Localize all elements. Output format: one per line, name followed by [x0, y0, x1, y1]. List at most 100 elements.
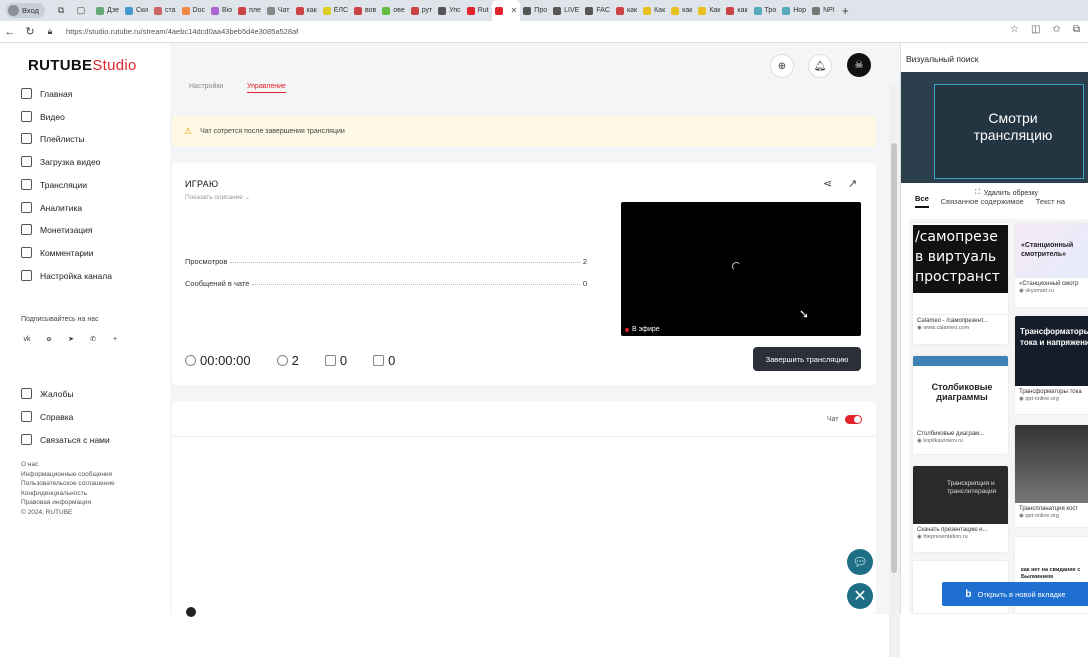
sidebar-item[interactable]: Видео [21, 111, 65, 122]
search-image-preview[interactable]: Смотри трансляцию ⛶ Удалить обрезку [901, 72, 1088, 200]
sidebar-item[interactable]: Загрузка видео [21, 156, 100, 167]
sidebar-item[interactable]: Справка [21, 411, 73, 422]
likes-metric: 0 [324, 353, 347, 368]
browser-tab[interactable]: Ски [122, 0, 151, 21]
url-field[interactable]: https://studio.rutube.ru/stream/4aebc14d… [66, 27, 298, 36]
browser-tab[interactable]: ЕЛС [320, 0, 351, 21]
notifications-button[interactable]: 🔔︎ [808, 54, 832, 78]
end-stream-button[interactable]: Завершить трансляцию [753, 347, 861, 371]
subscribe-label: Подписывайтесь на нас [21, 316, 99, 323]
tab-all[interactable]: Все [915, 194, 929, 208]
result-card[interactable]: Трансформаторы тока и напряжения Трансфо… [1014, 315, 1088, 415]
profile-button[interactable]: Вход [6, 3, 45, 18]
browser-tab[interactable]: Как [695, 0, 723, 21]
ok-icon[interactable]: ꝋ [43, 333, 55, 345]
bell-icon: 🔔︎ [813, 60, 827, 72]
browser-tab[interactable]: как [613, 0, 640, 21]
browser-tab[interactable]: как [293, 0, 320, 21]
browser-tab[interactable]: Bio [208, 0, 235, 21]
browser-tab[interactable]: ста [151, 0, 179, 21]
visual-search-tabs: Все Связанное содержимое Текст на [901, 191, 1088, 211]
browser-tab[interactable]: рут [408, 0, 436, 21]
browser-tab[interactable]: пле [235, 0, 264, 21]
result-card[interactable]: /самопрезе в виртуаль пространст Calameo… [912, 222, 1009, 345]
sidebar-item[interactable]: Плейлисты [21, 133, 85, 144]
page-scrollbar[interactable] [889, 86, 900, 657]
chat-toggle-label: Чат [827, 416, 839, 423]
tab-actions-icon[interactable]: ▢ [73, 3, 89, 19]
split-screen-icon[interactable]: ◫ [1031, 24, 1040, 35]
browser-tab[interactable]: Дзе [93, 0, 122, 21]
browser-tab[interactable]: как [668, 0, 695, 21]
browser-tab[interactable]: FAC [582, 0, 613, 21]
open-external-icon[interactable]: ↗ [848, 177, 857, 190]
vk-icon[interactable]: vk [21, 333, 33, 345]
sidebar-item[interactable]: Монетизация [21, 224, 93, 235]
result-card[interactable]: Транскрипция и транслитерация Скачать пр… [912, 465, 1009, 553]
sidebar-item[interactable]: Связаться с нами [21, 434, 110, 445]
result-card[interactable]: «Станционный смотритель» «Станционный см… [1014, 222, 1088, 308]
chat-divider [172, 436, 876, 437]
browser-tab[interactable]: вов [351, 0, 379, 21]
support-chat-button[interactable]: 💬︎ [847, 549, 873, 575]
upload-header-button[interactable]: ⊕ [770, 54, 794, 78]
close-fab-button[interactable]: ✕ [847, 583, 873, 609]
footer-link[interactable]: Пользовательское соглашение [21, 479, 115, 489]
tab-favicon-icon [295, 6, 304, 15]
browser-tab[interactable]: ове [379, 0, 407, 21]
result-card[interactable]: Столбиковые диаграммы Столбиковые диагра… [912, 355, 1009, 455]
refresh-icon[interactable]: ↻ [20, 25, 40, 38]
new-tab-icon[interactable]: + [842, 4, 849, 18]
tab-management[interactable]: Управление [247, 83, 286, 93]
scrollbar-thumb[interactable] [891, 143, 897, 573]
notice-text: Чат сотрется после завершения трансляции [200, 128, 345, 135]
back-icon[interactable]: ← [0, 26, 20, 38]
browser-tab[interactable]: Нор [779, 0, 809, 21]
sidebar-item[interactable]: Аналитика [21, 202, 82, 213]
active-browser-tab[interactable]: ✕ [491, 0, 521, 21]
sidebar-item[interactable]: Трансляции [21, 179, 87, 190]
browser-tab[interactable]: Про [520, 0, 550, 21]
browser-tab[interactable]: Тро [751, 0, 780, 21]
viber-icon[interactable]: ✆ [87, 333, 99, 345]
share-icon[interactable]: ⋖ [823, 177, 832, 190]
browser-tab[interactable]: Doc [179, 0, 208, 21]
footer-link[interactable]: Конфиденциальность [21, 489, 115, 499]
browser-tab[interactable]: Упс [435, 0, 463, 21]
sidebar-item[interactable]: Комментарии [21, 247, 94, 258]
favorites-icon[interactable]: ✩ [1052, 24, 1060, 35]
browser-tab[interactable]: Как [640, 0, 668, 21]
flag-icon [21, 388, 32, 399]
browser-tab[interactable]: LIVE [550, 0, 582, 21]
close-tab-icon[interactable]: ✕ [511, 6, 518, 15]
comments-icon [21, 247, 32, 258]
more-social-icon[interactable]: + [109, 333, 121, 345]
user-avatar[interactable]: ☠ [847, 53, 871, 77]
sidebar-item[interactable]: Главная [21, 88, 72, 99]
chat-toggle[interactable] [844, 415, 862, 424]
footer-link[interactable]: Правовая информация [21, 498, 115, 508]
stream-player[interactable]: В эфире ➘ [621, 202, 861, 336]
rutube-studio-logo[interactable]: RUTUBEStudio [28, 57, 137, 74]
tab-text[interactable]: Текст на [1036, 197, 1065, 206]
result-card[interactable]: Транспланатция кост ◉ ppt-online.org [1014, 424, 1088, 528]
browser-tab-label: Как [709, 7, 721, 14]
browser-tab[interactable]: Rut [464, 0, 492, 21]
collections-icon[interactable]: ⧉ [1073, 24, 1080, 35]
telegram-icon[interactable]: ➤ [65, 333, 77, 345]
tab-related[interactable]: Связанное содержимое [941, 197, 1024, 206]
favorite-star-icon[interactable]: ☆ [1010, 24, 1019, 35]
browser-tab[interactable]: Чат [264, 0, 293, 21]
browser-tab-label: ЕЛС [333, 7, 349, 14]
show-description-link[interactable]: Показать описание ⌄ [185, 193, 250, 201]
sidebar-item-label: Загрузка видео [40, 156, 101, 167]
footer-link[interactable]: Информационные сообщения [21, 470, 115, 480]
workspaces-icon[interactable]: ⧉ [53, 3, 69, 19]
footer-link[interactable]: О нас [21, 460, 115, 470]
sidebar-item[interactable]: Жалобы [21, 388, 73, 399]
tab-settings[interactable]: Настройки [189, 83, 223, 90]
browser-tab[interactable]: NPI [809, 0, 838, 21]
sidebar-item[interactable]: Настройка канала [21, 270, 112, 281]
browser-tab[interactable]: как [723, 0, 750, 21]
open-in-new-tab-button[interactable]: b Открыть в новой вкладке [942, 582, 1088, 606]
